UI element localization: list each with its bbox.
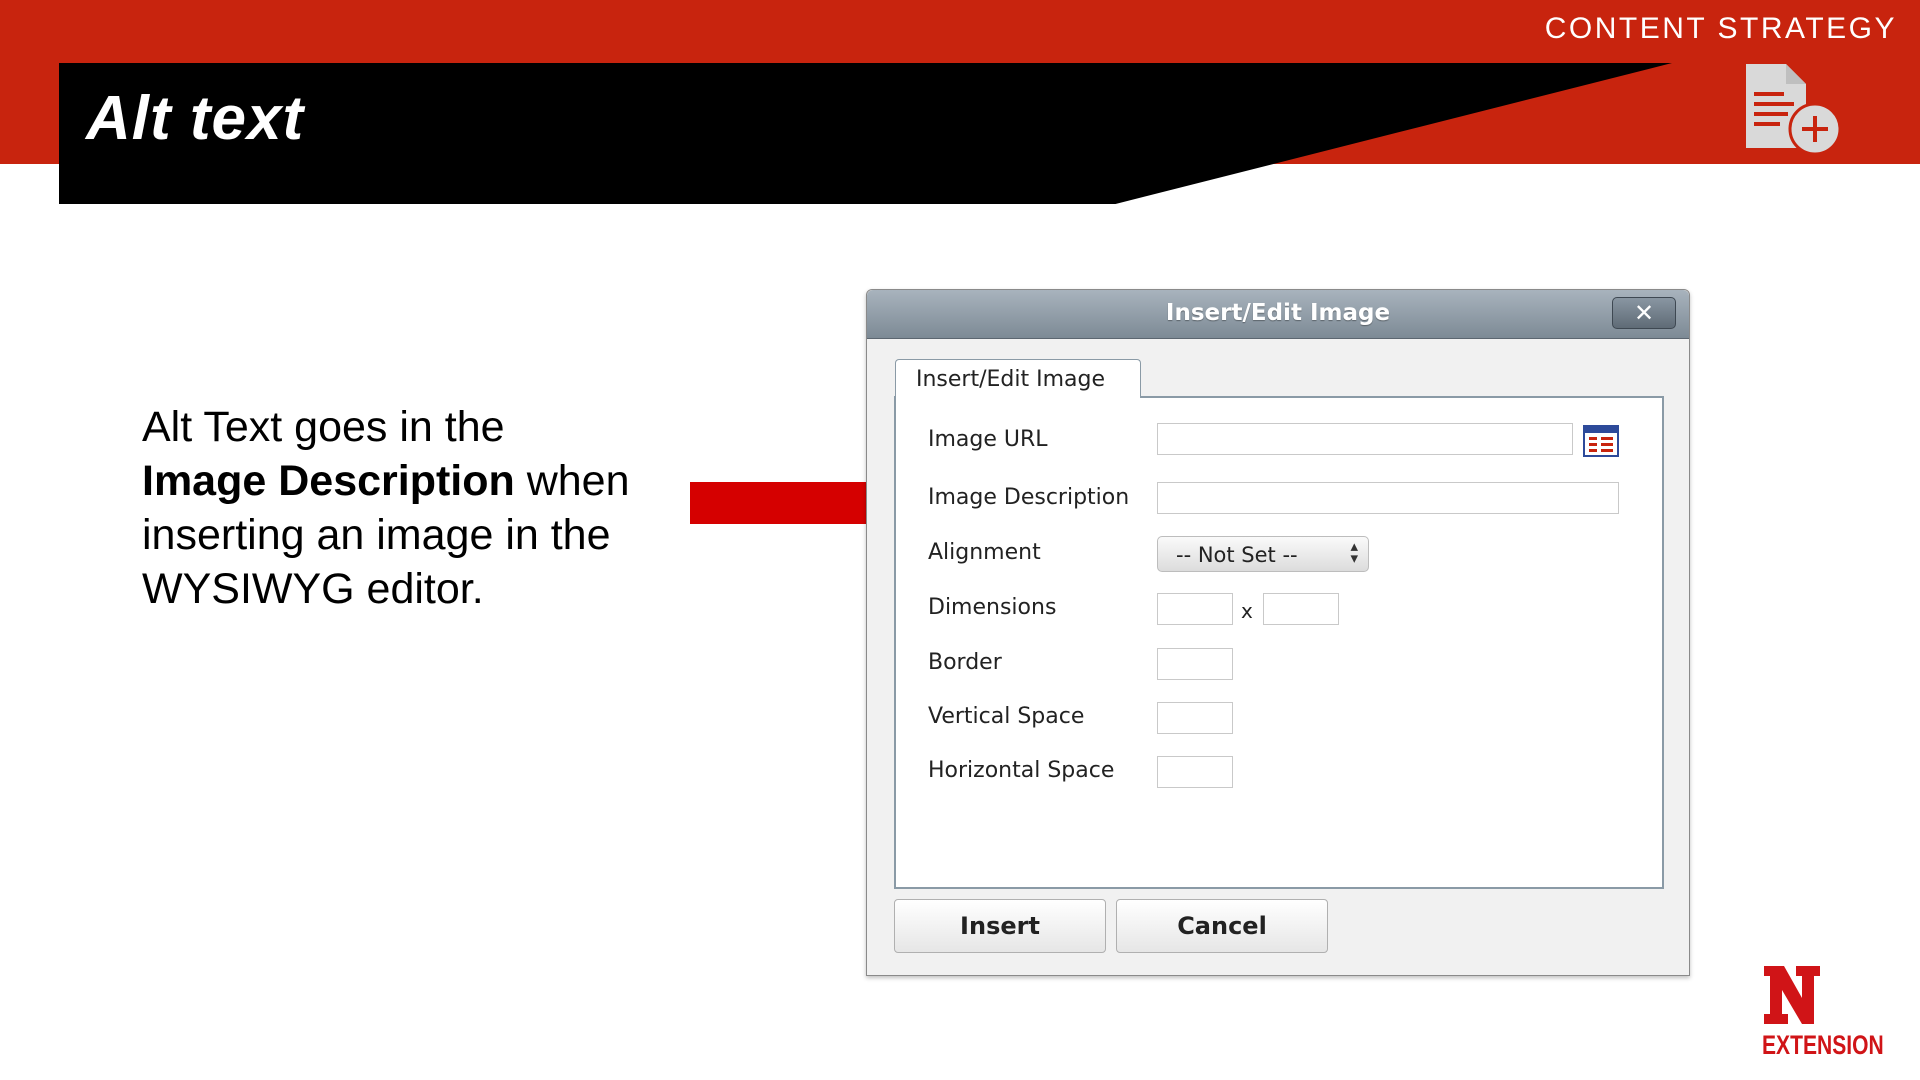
cancel-button[interactable]: Cancel — [1116, 899, 1328, 953]
body-line-3: inserting an image in the — [142, 511, 611, 559]
extension-wordmark: EXTENSION — [1762, 1030, 1884, 1060]
select-arrows-icon: ▴ ▾ — [1350, 537, 1358, 567]
body-line-2: when — [514, 457, 630, 505]
close-button[interactable]: ✕ — [1612, 297, 1676, 329]
dialog-titlebar[interactable]: Insert/Edit Image ✕ — [867, 290, 1689, 339]
dimensions-separator: x — [1241, 599, 1253, 623]
alignment-label: Alignment — [928, 540, 1041, 565]
horizontal-space-input[interactable] — [1157, 756, 1233, 788]
dialog-panel — [894, 396, 1664, 889]
dialog-title: Insert/Edit Image — [1165, 300, 1391, 326]
height-input[interactable] — [1263, 593, 1339, 625]
alignment-value: -- Not Set -- — [1176, 543, 1298, 567]
insert-button[interactable]: Insert — [894, 899, 1106, 953]
section-label: CONTENT STRATEGY — [1544, 12, 1897, 45]
browse-icon[interactable] — [1583, 425, 1619, 457]
body-emphasis: Image Description — [142, 457, 515, 505]
horizontal-space-label: Horizontal Space — [928, 758, 1115, 783]
image-url-label: Image URL — [928, 427, 1048, 452]
alignment-select[interactable]: -- Not Set -- ▴ ▾ — [1157, 536, 1369, 572]
width-input[interactable] — [1157, 593, 1233, 625]
dimensions-label: Dimensions — [928, 595, 1057, 620]
border-label: Border — [928, 650, 1002, 675]
body-text: Alt Text goes in the Image Description w… — [142, 400, 682, 616]
nebraska-n-logo — [1764, 966, 1820, 1024]
document-add-icon — [1746, 64, 1842, 156]
body-line-1: Alt Text goes in the — [142, 403, 505, 451]
vertical-space-label: Vertical Space — [928, 704, 1085, 729]
image-url-input[interactable] — [1157, 423, 1573, 455]
insert-edit-image-dialog: Insert/Edit Image ✕ Insert/Edit Image Im… — [866, 289, 1690, 976]
slide-title: Alt text — [86, 84, 305, 153]
tab-label: Insert/Edit Image — [916, 367, 1106, 392]
tab-insert-edit-image[interactable]: Insert/Edit Image — [895, 359, 1141, 398]
image-description-input[interactable] — [1157, 482, 1619, 514]
image-description-label: Image Description — [928, 485, 1130, 510]
body-line-4: WYSIWYG editor. — [142, 565, 484, 613]
vertical-space-input[interactable] — [1157, 702, 1233, 734]
border-input[interactable] — [1157, 648, 1233, 680]
